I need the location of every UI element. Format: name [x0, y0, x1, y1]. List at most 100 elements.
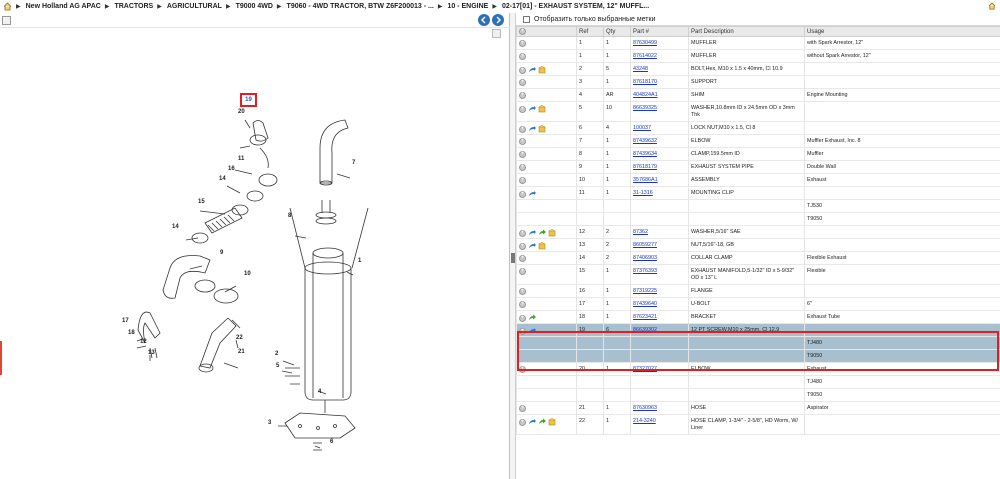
table-row[interactable]: +6 4 100037 LOCK NUT,M10 x 1.5, Cl 8: [516, 121, 1000, 135]
part-number-link[interactable]: 87362: [633, 229, 648, 235]
part-number-link[interactable]: 87630963: [633, 405, 657, 411]
callout-2[interactable]: 2: [275, 351, 278, 357]
breadcrumb-item[interactable]: T9060 - 4WD TRACTOR, BTW Z6F200013 - ...: [287, 3, 434, 10]
package-icon[interactable]: [548, 229, 556, 237]
breadcrumb-item[interactable]: 10 - ENGINE: [447, 3, 488, 10]
table-row[interactable]: +4 AR 404824A1 SHIM Engine Mounting: [516, 88, 1000, 102]
table-row[interactable]: +1 1 87630499 MUFFLER with Spark Arrestor, 1…: [516, 36, 1000, 50]
home-icon[interactable]: [988, 2, 996, 10]
table-row[interactable]: +9 1 87618179 EXHAUST SYSTEM PIPE Double Wal…: [516, 160, 1000, 174]
add-to-cart-icon[interactable]: +: [519, 138, 526, 145]
table-row[interactable]: +3 1 87618170 SUPPORT: [516, 75, 1000, 89]
table-row[interactable]: +17 1 87439640 U-BOLT 6": [516, 297, 1000, 311]
callout-6[interactable]: 6: [330, 439, 333, 445]
table-row[interactable]: TJ530: [516, 199, 1000, 213]
part-number-link[interactable]: 31-1316: [633, 190, 653, 196]
package-icon[interactable]: [548, 418, 556, 426]
share-icon[interactable]: [528, 66, 536, 74]
package-icon[interactable]: [538, 66, 546, 74]
table-row[interactable]: +7 1 87439632 ELBOW Muffler Exhaust, Inc. 8: [516, 134, 1000, 148]
header-usage[interactable]: Usage: [804, 26, 1000, 37]
add-to-cart-icon[interactable]: +: [519, 92, 526, 99]
table-row[interactable]: +16 1 87319225 FLANGE: [516, 284, 1000, 298]
part-number-link[interactable]: 100037: [633, 125, 651, 131]
add-to-cart-icon[interactable]: +: [519, 53, 526, 60]
add-to-cart-icon[interactable]: +: [519, 151, 526, 158]
callout-3[interactable]: 3: [268, 420, 271, 426]
add-to-cart-icon[interactable]: +: [519, 418, 526, 426]
part-number-link[interactable]: 87319225: [633, 288, 657, 294]
part-number-link[interactable]: 86639325: [633, 105, 657, 111]
callout-9[interactable]: 9: [220, 250, 223, 256]
breadcrumb-item[interactable]: T9000 4WD: [236, 3, 273, 10]
share-icon[interactable]: [528, 327, 536, 335]
table-row[interactable]: T9050: [516, 212, 1000, 226]
package-icon[interactable]: [538, 242, 546, 250]
add-to-cart-icon[interactable]: +: [519, 79, 526, 86]
table-row[interactable]: TJ480: [516, 336, 1000, 350]
table-row[interactable]: +21 1 87630963 HOSE Aspirator: [516, 401, 1000, 415]
add-to-cart-icon[interactable]: +: [519, 255, 526, 262]
add-to-cart-icon[interactable]: +: [519, 229, 526, 237]
table-row[interactable]: T9050: [516, 388, 1000, 402]
add-to-cart-icon[interactable]: +: [519, 242, 526, 250]
table-row[interactable]: +8 1 87439634 CLAMP,159.5mm ID Muffler: [516, 147, 1000, 161]
table-row[interactable]: +2 5 43248 BOLT,Hex, M10 x 1.5 x 40mm, Cl 1…: [516, 62, 1000, 76]
table-row[interactable]: +10 1 357686A1 ASSEMBLY Exhaust: [516, 173, 1000, 187]
share-icon[interactable]: [528, 190, 536, 198]
callout-7[interactable]: 7: [352, 160, 355, 166]
breadcrumb-item[interactable]: 02-17[01] - EXHAUST SYSTEM, 12" MUFFL...: [502, 3, 649, 10]
table-row[interactable]: +14 2 87406903 COLLAR CLAMP Flexible Exhaust: [516, 251, 1000, 265]
package-icon[interactable]: [538, 105, 546, 113]
callout-10[interactable]: 10: [244, 271, 251, 277]
add-to-cart-icon[interactable]: +: [519, 190, 526, 198]
callout-1[interactable]: 1: [358, 258, 361, 264]
header-part[interactable]: Part #: [630, 26, 689, 37]
part-number-link[interactable]: 87439640: [633, 301, 657, 307]
breadcrumb-item[interactable]: New Holland AG APAC: [26, 3, 101, 10]
forward-icon[interactable]: [538, 418, 546, 426]
part-number-link[interactable]: 87327027: [633, 366, 657, 372]
table-row[interactable]: +15 1 87376393 EXHAUST MANIFOLD,5-1/32" ID …: [516, 264, 1000, 285]
add-to-cart-icon[interactable]: +: [519, 366, 526, 373]
add-to-cart-icon[interactable]: +: [519, 164, 526, 171]
part-number-link[interactable]: 357686A1: [633, 177, 658, 183]
callout-19-selected[interactable]: 19: [240, 93, 257, 107]
add-to-cart-icon[interactable]: +: [519, 125, 526, 133]
part-number-link[interactable]: 87618179: [633, 164, 657, 170]
table-row[interactable]: TJ480: [516, 375, 1000, 389]
add-to-cart-icon[interactable]: +: [519, 177, 526, 184]
table-row[interactable]: +19 6 86639302 12 PT SCREW,M10 x 25mm, Cl 1…: [516, 323, 1000, 337]
part-number-link[interactable]: 87439634: [633, 151, 657, 157]
add-to-cart-icon[interactable]: +: [519, 268, 526, 275]
header-description[interactable]: Part Description: [688, 26, 805, 37]
table-row[interactable]: +11 1 31-1316 MOUNTING CLIP: [516, 186, 1000, 200]
expand-all-icon[interactable]: +: [519, 27, 526, 35]
callout-16[interactable]: 16: [228, 166, 235, 172]
add-to-cart-icon[interactable]: +: [519, 288, 526, 295]
part-number-link[interactable]: 87439632: [633, 138, 657, 144]
callout-14b[interactable]: 14: [172, 224, 179, 230]
share-icon[interactable]: [528, 105, 536, 113]
table-row[interactable]: +18 1 87623421 BRACKET Exhaust Tube: [516, 310, 1000, 324]
package-icon[interactable]: [538, 125, 546, 133]
show-selected-label[interactable]: Отобразить только выбранные метки: [534, 16, 655, 23]
table-row[interactable]: +13 2 86059277 NUT,5/16"-18, GB: [516, 238, 1000, 252]
breadcrumb-item[interactable]: TRACTORS: [114, 3, 153, 10]
share-icon[interactable]: [528, 229, 536, 237]
part-number-link[interactable]: 86059277: [633, 242, 657, 248]
callout-18[interactable]: 18: [128, 330, 135, 336]
add-to-cart-icon[interactable]: +: [519, 405, 526, 412]
breadcrumb-item[interactable]: AGRICULTURAL: [167, 3, 222, 10]
part-number-link[interactable]: 86639302: [633, 327, 657, 333]
table-row[interactable]: T9050: [516, 349, 1000, 363]
callout-17[interactable]: 17: [122, 318, 129, 324]
part-number-link[interactable]: 87614022: [633, 53, 657, 59]
add-to-cart-icon[interactable]: +: [519, 40, 526, 47]
share-icon[interactable]: [528, 418, 536, 426]
part-number-link[interactable]: 214-3240: [633, 418, 656, 424]
table-row[interactable]: +12 2 87362 WASHER,5/16" SAE: [516, 225, 1000, 239]
part-number-link[interactable]: 87630499: [633, 40, 657, 46]
callout-8[interactable]: 8: [288, 213, 291, 219]
previous-icon[interactable]: [478, 14, 490, 26]
